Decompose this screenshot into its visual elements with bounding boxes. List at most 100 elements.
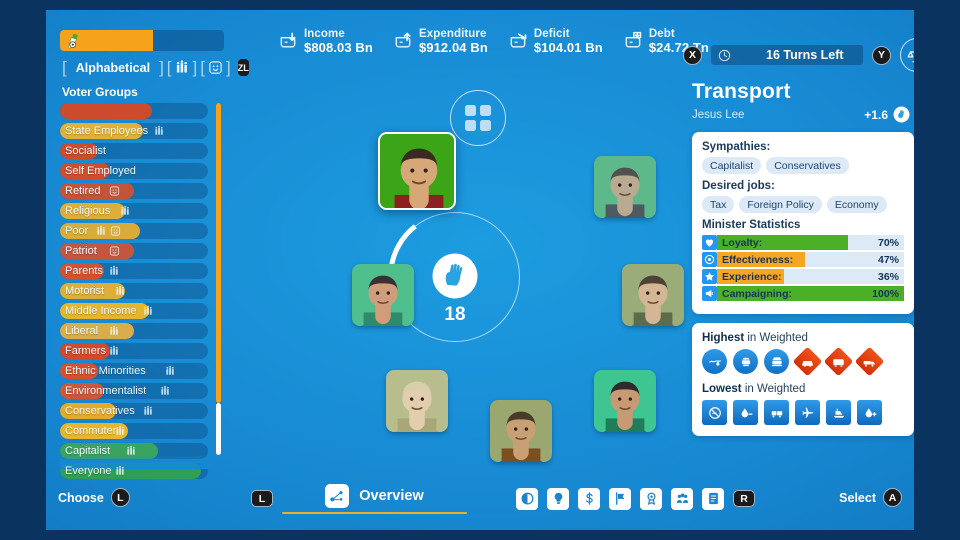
voter-group-row[interactable]: Conservatives (60, 403, 208, 419)
close-button[interactable]: X (683, 45, 702, 65)
voter-group-row[interactable]: Retired (60, 183, 208, 199)
voter-group-label: Motorist (65, 285, 105, 297)
voter-group-row[interactable]: Middle Income (60, 303, 208, 319)
voter-group-row[interactable]: Socialist (60, 143, 208, 159)
freight-icon[interactable] (764, 400, 789, 425)
rail-transport-icon-glyph (771, 356, 782, 366)
voter-group-label: Self Employed (65, 165, 136, 177)
people-icon (126, 445, 137, 457)
tab-contrast[interactable] (516, 487, 538, 510)
portrait-bottom-right[interactable] (594, 370, 656, 432)
people-icon (154, 125, 165, 137)
y-button[interactable]: Y (872, 45, 891, 65)
voter-group-label: State Employees (65, 125, 149, 137)
icon-inner (801, 406, 815, 420)
voter-group-row[interactable]: Everyone (60, 463, 208, 479)
pencil-eye-icon (67, 33, 78, 49)
r-bumper-button[interactable]: R (733, 490, 755, 508)
icon-inner (770, 355, 784, 369)
voter-groups-list[interactable]: State Employees Socialist Self Employed Ret… (60, 103, 240, 479)
car-icon[interactable] (792, 346, 823, 377)
voter-group-row[interactable]: Motorist (60, 283, 208, 299)
stat-deficit: Deficit $104.01 Bn (508, 28, 603, 55)
rail-transport-icon[interactable] (764, 349, 789, 374)
voter-group-label: Farmers (65, 345, 106, 357)
voter-group-row[interactable]: State Employees (60, 123, 208, 139)
portrait-left[interactable] (352, 264, 414, 326)
portrait-bottom-left[interactable] (386, 370, 448, 432)
voter-group-label: Capitalist (65, 445, 111, 457)
sort-mode-label[interactable]: Alphabetical (70, 61, 156, 75)
voter-group-badges (120, 205, 131, 217)
water-minus-icon[interactable] (733, 400, 758, 425)
water-pollution-icon-glyph (708, 359, 721, 366)
scrollbar-track[interactable] (216, 103, 221, 455)
voter-group-row[interactable]: Religious (60, 203, 208, 219)
voter-group-row[interactable] (60, 103, 208, 119)
tab-idea[interactable] (547, 487, 569, 510)
voter-group-row[interactable]: Liberal (60, 323, 208, 339)
law-scales-button[interactable] (900, 38, 914, 72)
bus-icon[interactable] (823, 346, 854, 377)
flag-icon (615, 492, 624, 506)
desired-job-tag[interactable]: Tax (702, 196, 735, 213)
portrait-top-right[interactable] (594, 156, 656, 218)
water-plus-icon[interactable] (857, 400, 882, 425)
voter-group-row[interactable]: Patriot (60, 243, 208, 259)
scrollbar-thumb-end[interactable] (216, 403, 221, 455)
smiley-icon[interactable] (208, 59, 223, 76)
voter-group-row[interactable]: Self Employed (60, 163, 208, 179)
stat-bar-percent: 100% (872, 287, 899, 300)
l-bumper-button[interactable]: L (251, 490, 273, 508)
portrait-bottom[interactable] (490, 400, 552, 462)
portrait-right[interactable] (622, 264, 684, 326)
tab-economy[interactable] (578, 487, 600, 510)
voter-group-row[interactable]: Poor (60, 223, 208, 239)
tab-medal[interactable] (640, 487, 662, 510)
people-icon-glyph (166, 365, 174, 375)
freight-icon-glyph (771, 410, 782, 417)
train-icon[interactable] (733, 349, 758, 374)
turns-left-pill[interactable]: 16 Turns Left (711, 45, 863, 65)
grid-view-button[interactable] (450, 90, 506, 146)
tab-people[interactable] (671, 487, 693, 510)
desired-job-tag[interactable]: Foreign Policy (739, 196, 822, 213)
voter-group-row[interactable]: Parents (60, 263, 208, 279)
stat-bar-track: Experience: 36% (717, 269, 904, 284)
voter-group-row[interactable]: Commuter (60, 423, 208, 439)
choose-button[interactable]: L (110, 488, 130, 507)
voter-group-row[interactable]: Capitalist (60, 443, 208, 459)
truck-icon[interactable] (854, 346, 885, 377)
water-pollution-icon[interactable] (702, 349, 727, 374)
voter-group-row[interactable]: Ethnic Minorities (60, 363, 208, 379)
no-emissions-icon[interactable] (702, 400, 727, 425)
desired-job-tag[interactable]: Economy (826, 196, 887, 213)
voter-group-fill (60, 103, 152, 119)
people-icon (143, 305, 154, 317)
scrollbar-thumb[interactable] (216, 103, 221, 403)
bottom-tab-bar: L Overview R (251, 483, 755, 514)
stat-bar-track: Effectiveness: 47% (717, 252, 904, 267)
select-button[interactable]: A (883, 488, 902, 507)
dollar-icon (585, 492, 593, 505)
tab-overview[interactable]: Overview (282, 483, 467, 514)
tab-flag[interactable] (609, 487, 631, 510)
people-icon[interactable] (175, 59, 190, 76)
voter-group-row[interactable]: Farmers (60, 343, 208, 359)
network-nodes-icon (325, 483, 350, 508)
sympathy-tag[interactable]: Conservatives (766, 157, 849, 174)
tab-document[interactable] (702, 487, 724, 510)
zl-button[interactable]: ZL (237, 59, 249, 76)
boat-icon[interactable] (826, 400, 851, 425)
voter-group-row[interactable]: Environmentalist (60, 383, 208, 399)
sympathy-tag[interactable]: Capitalist (702, 157, 762, 174)
airplane-icon[interactable] (795, 400, 820, 425)
lowest-weighted-icons (702, 400, 904, 425)
voter-group-label: Commuter (65, 425, 117, 437)
game-screen: Income $808.03 Bn Expenditure $912.04 Bn Def… (46, 10, 914, 530)
cabinet-wheel: 18 (278, 88, 684, 468)
search-input[interactable] (60, 30, 224, 51)
sympathies-tags: Capitalist Conservatives (702, 157, 904, 174)
portrait-top-left[interactable] (378, 132, 456, 210)
people-icon-glyph (176, 60, 187, 73)
